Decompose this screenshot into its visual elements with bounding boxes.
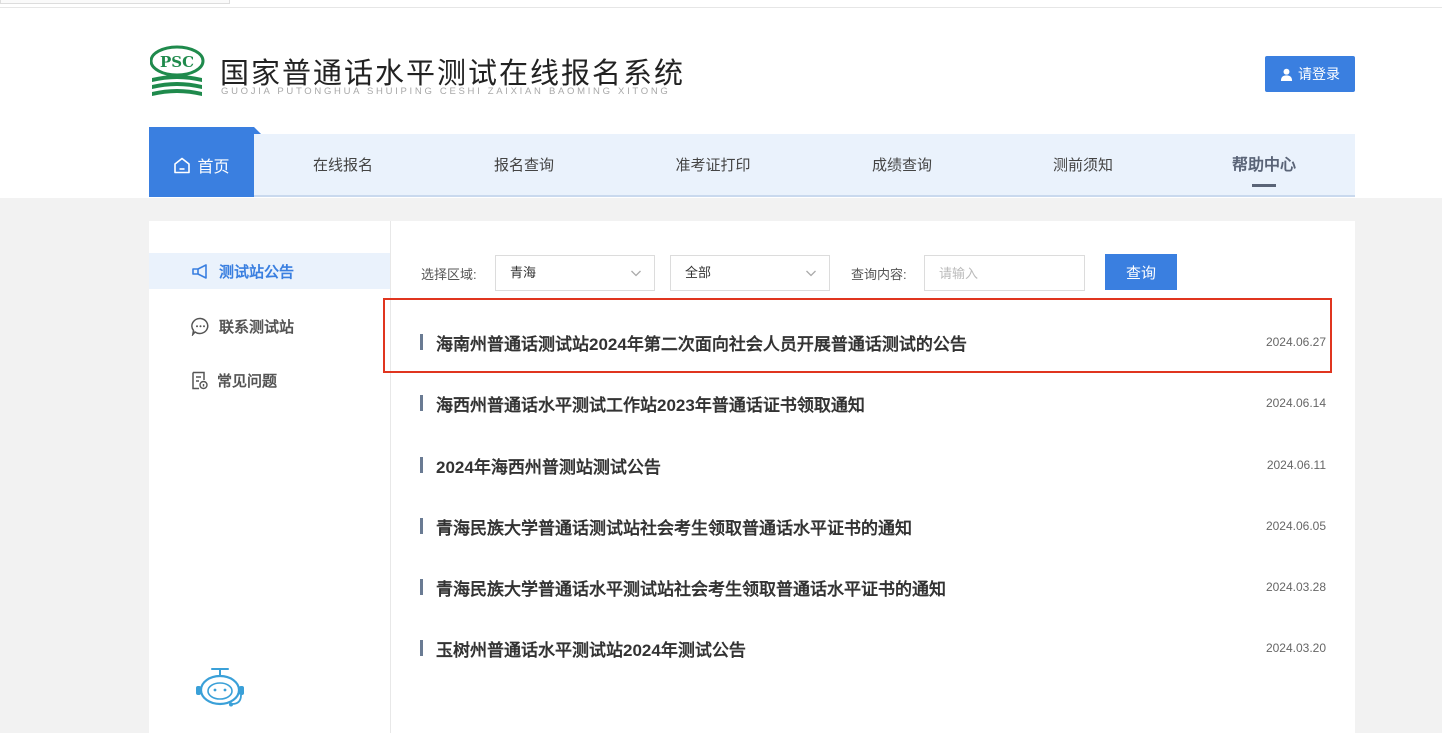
nav-item-registration-query[interactable]: 报名查询: [464, 134, 584, 197]
category-select[interactable]: 全部: [670, 255, 830, 291]
list-item[interactable]: 青海民族大学普通话测试站社会考生领取普通话水平证书的通知 2024.06.05: [420, 511, 1326, 541]
announcement-title: 青海民族大学普通话水平测试站社会考生领取普通话水平证书的通知: [436, 579, 946, 599]
nav-active-underline: [1252, 184, 1276, 187]
megaphone-icon: [192, 263, 207, 279]
user-icon: [1280, 68, 1293, 81]
robot-assistant-icon[interactable]: [194, 666, 246, 710]
browser-top-strip: [0, 0, 1442, 8]
announcement-date: 2024.06.14: [1265, 396, 1326, 410]
chevron-down-icon: [631, 270, 641, 277]
home-icon: [174, 157, 191, 173]
list-item-marker: [420, 518, 423, 534]
login-button[interactable]: 请登录: [1265, 56, 1355, 92]
sidebar-item-announcements[interactable]: 测试站公告: [149, 253, 390, 289]
nav-home-fold: [254, 127, 261, 134]
announcement-date: 2024.06.11: [1266, 458, 1326, 472]
sidebar-item-label: 联系测试站: [219, 318, 295, 336]
list-item[interactable]: 2024年海西州普测站测试公告 2024.06.11: [420, 450, 1326, 480]
announcement-title: 青海民族大学普通话测试站社会考生领取普通话水平证书的通知: [436, 518, 912, 538]
query-label: 查询内容:: [851, 267, 907, 282]
query-button[interactable]: 查询: [1105, 254, 1177, 290]
list-item[interactable]: 海南州普通话测试站2024年第二次面向社会人员开展普通话测试的公告 2024.0…: [420, 327, 1326, 357]
category-select-value: 全部: [685, 265, 712, 280]
list-item-marker: [420, 395, 423, 411]
announcement-title: 玉树州普通话水平测试站2024年测试公告: [436, 640, 746, 660]
sidebar-item-label: 测试站公告: [219, 263, 295, 281]
region-select[interactable]: 青海: [495, 255, 655, 291]
sidebar-item-contact[interactable]: 联系测试站: [149, 308, 390, 344]
list-item-marker: [420, 640, 423, 656]
login-label: 请登录: [1298, 66, 1340, 82]
list-item[interactable]: 玉树州普通话水平测试站2024年测试公告 2024.03.20: [420, 633, 1326, 663]
announcement-title: 海南州普通话测试站2024年第二次面向社会人员开展普通话测试的公告: [436, 334, 967, 354]
region-label: 选择区域:: [421, 267, 477, 282]
psc-logo[interactable]: PSC: [150, 40, 210, 100]
announcement-date: 2024.06.27: [1265, 335, 1326, 349]
nav-item-admission-ticket[interactable]: 准考证打印: [653, 134, 773, 197]
nav-item-help-center[interactable]: 帮助中心: [1204, 134, 1324, 197]
logo-text: PSC: [160, 53, 194, 71]
list-item-marker: [420, 334, 423, 350]
announcement-title: 海西州普通话水平测试工作站2023年普通话证书领取通知: [436, 395, 865, 415]
list-item-marker: [420, 579, 423, 595]
sidebar-divider: [390, 221, 391, 733]
nav-home-label: 首页: [197, 159, 230, 176]
chat-bubble-icon: [191, 317, 209, 336]
sidebar-item-faq[interactable]: 常见问题: [149, 362, 390, 398]
search-input[interactable]: [924, 255, 1085, 291]
region-select-value: 青海: [510, 265, 537, 280]
list-item[interactable]: 海西州普通话水平测试工作站2023年普通话证书领取通知 2024.06.14: [420, 388, 1326, 418]
site-subtitle: GUOJIA PUTONGHUA SHUIPING CESHI ZAIXIAN …: [221, 86, 671, 97]
document-question-icon: [192, 371, 208, 389]
list-item-marker: [420, 457, 423, 473]
nav-item-score-query[interactable]: 成绩查询: [842, 134, 962, 197]
announcement-title: 2024年海西州普测站测试公告: [436, 457, 661, 477]
nav-item-home[interactable]: 首页: [149, 127, 254, 197]
nav-item-online-registration[interactable]: 在线报名: [283, 134, 403, 197]
sidebar-item-label: 常见问题: [217, 372, 278, 390]
nav-item-pre-test-notes[interactable]: 测前须知: [1023, 134, 1143, 197]
announcement-date: 2024.03.28: [1265, 580, 1326, 594]
address-bar-stub: [0, 0, 230, 4]
list-item[interactable]: 青海民族大学普通话水平测试站社会考生领取普通话水平证书的通知 2024.03.2…: [420, 572, 1326, 602]
announcement-date: 2024.03.20: [1265, 641, 1326, 655]
announcement-date: 2024.06.05: [1265, 519, 1326, 533]
chevron-down-icon: [806, 270, 816, 277]
